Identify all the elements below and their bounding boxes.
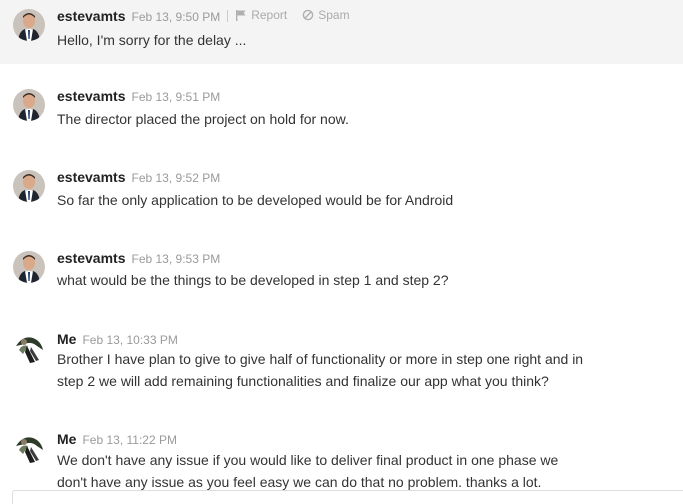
ban-icon — [302, 9, 314, 21]
estevamts-avatar[interactable] — [13, 251, 45, 283]
message-timestamp: Feb 13, 9:50 PM — [131, 10, 221, 24]
message-author[interactable]: estevamts — [57, 88, 126, 104]
message-timestamp: Feb 13, 9:51 PM — [131, 90, 221, 104]
message-timestamp: Feb 13, 9:53 PM — [131, 252, 221, 266]
message-timestamp: Feb 13, 9:52 PM — [131, 171, 221, 185]
me-avatar[interactable] — [13, 332, 45, 364]
message-author: Me — [57, 431, 77, 447]
flag-icon — [236, 10, 246, 21]
message-header: Me Feb 13, 11:22 PM — [57, 431, 177, 447]
divider — [227, 10, 229, 22]
message-header: Me Feb 13, 10:33 PM — [57, 331, 178, 347]
message-author[interactable]: estevamts — [57, 250, 126, 266]
message-text: The director placed the project on hold … — [57, 111, 349, 127]
me-avatar[interactable] — [13, 432, 45, 464]
message-item: estevamts Feb 13, 9:53 PM what would be … — [0, 242, 683, 302]
message-author[interactable]: estevamts — [57, 169, 126, 185]
message-item: Me Feb 13, 11:22 PM We don't have any is… — [0, 423, 683, 493]
message-text: Hello, I'm sorry for the delay ... — [57, 32, 247, 48]
message-timestamp: Feb 13, 11:22 PM — [82, 433, 177, 447]
message-header: estevamts Feb 13, 9:52 PM — [57, 169, 220, 185]
report-button[interactable]: Report — [235, 8, 287, 22]
message-item: estevamts Feb 13, 9:51 PM The director p… — [0, 80, 683, 140]
message-item: estevamts Feb 13, 9:50 PM Report Spam He… — [0, 0, 683, 64]
message-thread: estevamts Feb 13, 9:50 PM Report Spam He… — [0, 0, 683, 504]
spam-label: Spam — [318, 8, 350, 22]
estevamts-avatar[interactable] — [13, 89, 45, 121]
message-timestamp: Feb 13, 10:33 PM — [82, 333, 178, 347]
message-header: estevamts Feb 13, 9:50 PM Report Spam — [57, 8, 365, 24]
spam-button[interactable]: Spam — [302, 8, 350, 22]
estevamts-avatar[interactable] — [13, 9, 45, 41]
message-author: Me — [57, 331, 77, 347]
message-author[interactable]: estevamts — [57, 8, 126, 24]
message-item: Me Feb 13, 10:33 PM Brother I have plan … — [0, 323, 683, 403]
message-item: estevamts Feb 13, 9:52 PM So far the onl… — [0, 161, 683, 221]
message-text: So far the only application to be develo… — [57, 192, 454, 208]
estevamts-avatar[interactable] — [13, 170, 45, 202]
report-label: Report — [251, 8, 288, 22]
message-text: what would be the things to be developed… — [57, 272, 449, 288]
message-text: We don't have any issue if you would lik… — [57, 452, 559, 490]
message-text: Brother I have plan to give to give half… — [57, 351, 584, 389]
message-header: estevamts Feb 13, 9:53 PM — [57, 250, 220, 266]
reply-box[interactable] — [12, 490, 683, 504]
message-header: estevamts Feb 13, 9:51 PM — [57, 88, 220, 104]
